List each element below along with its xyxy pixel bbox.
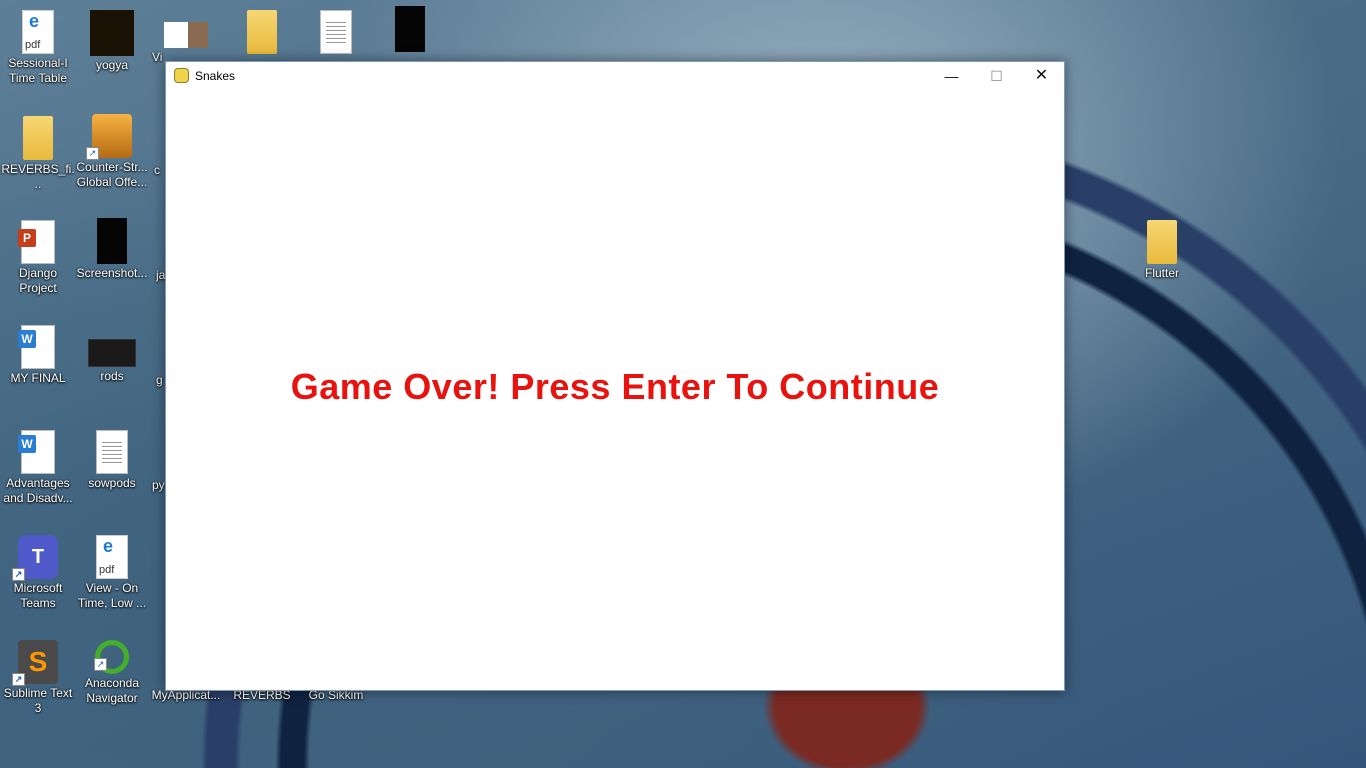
folder-icon [247, 10, 277, 54]
shortcut-arrow-icon: ↗ [12, 568, 25, 581]
desktop-icon-label: Sublime Text 3 [3, 686, 73, 715]
powerpoint-icon: P [18, 220, 55, 264]
desktop-icon-label: Anaconda Navigator [84, 676, 140, 705]
desktop-icon-label: Screenshot... [76, 266, 148, 280]
desktop-icon-label: Counter-Str... Global Offe... [76, 160, 148, 189]
desktop-icon-counter-strike[interactable]: ↗ Counter-Str... Global Offe... [74, 110, 150, 190]
desktop-icon-anaconda[interactable]: ↗ Anaconda Navigator [74, 636, 150, 706]
image-icon [90, 10, 134, 56]
desktop-icon-flutter[interactable]: Flutter [1124, 216, 1200, 281]
desktop-icon-label: MY FINAL [10, 371, 66, 385]
desktop-icon-django-project[interactable]: P Django Project [0, 216, 76, 296]
snakes-window: Snakes — ☐ ✕ Game Over! Press Enter To C… [165, 61, 1065, 691]
desktop-icon-label: rods [100, 369, 124, 383]
sublime-text-icon: S ↗ [12, 640, 58, 686]
maximize-button[interactable]: ☐ [974, 62, 1019, 90]
folder-icon [23, 116, 53, 160]
desktop-icon-label: Django Project [18, 266, 58, 295]
desktop-icon-my-final[interactable]: W MY FINAL [0, 321, 76, 386]
desktop-icon-folder[interactable] [224, 6, 300, 56]
desktop-icon-sublime-text[interactable]: S ↗ Sublime Text 3 [0, 636, 76, 716]
desktop-icon-view-on-time[interactable]: e pdf View - On Time, Low ... [74, 531, 150, 611]
desktop-icon-reverbs-folder[interactable]: REVERBS_fi... [0, 112, 76, 192]
image-icon [97, 218, 127, 264]
desktop-icon-rods[interactable]: rods [74, 321, 150, 384]
image-icon [395, 6, 425, 52]
desktop-icon-advantages[interactable]: W Advantages and Disadv... [0, 426, 76, 506]
minimize-button[interactable]: — [929, 62, 974, 90]
image-icon [88, 339, 136, 367]
counter-strike-icon: ↗ [86, 114, 132, 160]
pdf-icon: e pdf [22, 10, 54, 54]
desktop-icon-label: REVERBS_fi... [1, 162, 75, 191]
desktop-icon-text-document[interactable] [298, 6, 374, 56]
desktop-icon-label: Flutter [1144, 266, 1179, 280]
desktop-icon-label: View - On Time, Low ... [77, 581, 147, 610]
desktop-icon-sowpods[interactable]: sowpods [74, 426, 150, 491]
desktop-icon-label: yogya [95, 58, 129, 72]
anaconda-icon: ↗ [94, 640, 129, 674]
desktop-icon-microsoft-teams[interactable]: T ↗ Microsoft Teams [0, 531, 76, 611]
desktop-icon-black-image[interactable] [372, 2, 448, 54]
desktop-icon-label: sowpods [88, 476, 136, 490]
photo-icon [164, 22, 208, 48]
pdf-icon: e pdf [96, 535, 128, 579]
close-button[interactable]: ✕ [1019, 62, 1064, 90]
desktop-icon-label: Sessional-I Time Table [8, 56, 68, 85]
desktop-icon-sessional-timetable[interactable]: e pdf Sessional-I Time Table [0, 6, 76, 86]
desktop-icon-yogya[interactable]: yogya [74, 6, 150, 73]
text-document-icon [320, 10, 352, 54]
desktop-icon-label: Microsoft Teams [13, 581, 63, 610]
word-icon: W [18, 430, 55, 474]
shortcut-arrow-icon: ↗ [94, 658, 107, 671]
game-over-message: Game Over! Press Enter To Continue [290, 366, 940, 407]
window-titlebar[interactable]: Snakes — ☐ ✕ [166, 62, 1064, 90]
desktop-icon-label: Advantages and Disadv... [3, 476, 73, 505]
teams-icon: T ↗ [12, 535, 58, 581]
word-icon: W [18, 325, 55, 369]
desktop-icon-vi[interactable]: Vi [148, 6, 224, 65]
folder-icon [1147, 220, 1177, 264]
pygame-icon [174, 68, 189, 83]
text-document-icon [96, 430, 128, 474]
desktop-icon-screenshot[interactable]: Screenshot... [74, 214, 150, 281]
shortcut-arrow-icon: ↗ [86, 147, 99, 160]
shortcut-arrow-icon: ↗ [12, 673, 25, 686]
game-canvas[interactable]: Game Over! Press Enter To Continue [166, 90, 1064, 690]
window-title: Snakes [195, 69, 236, 83]
